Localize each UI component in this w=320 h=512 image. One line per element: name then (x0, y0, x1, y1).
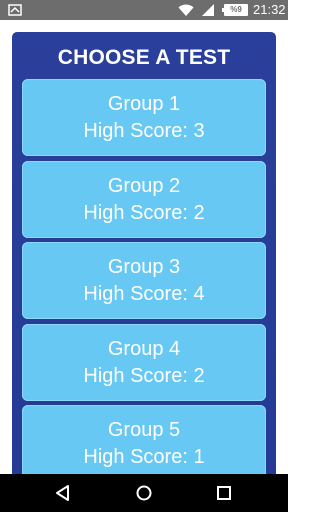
test-list-panel[interactable]: CHOOSE A TEST Group 1 High Score: 3 Grou… (12, 32, 276, 492)
group-1-button[interactable]: Group 1 High Score: 3 (22, 79, 266, 156)
group-5-button[interactable]: Group 5 High Score: 1 (22, 405, 266, 482)
screen: %9 21:32 CHOOSE A TEST Group 1 High Scor… (0, 0, 288, 512)
status-clock: 21:32 (253, 2, 286, 17)
status-bar: %9 21:32 (0, 0, 288, 20)
group-high-score: High Score: 2 (83, 202, 205, 224)
recents-icon[interactable] (214, 483, 234, 503)
battery-level: %9 (230, 5, 242, 14)
group-name: Group 2 (107, 175, 181, 197)
group-high-score: High Score: 2 (83, 365, 205, 387)
group-2-button[interactable]: Group 2 High Score: 2 (22, 161, 266, 238)
battery-icon: %9 (222, 4, 248, 16)
group-name: Group 4 (107, 338, 181, 360)
signal-icon (202, 4, 214, 16)
group-name: Group 5 (107, 419, 181, 441)
group-high-score: High Score: 1 (83, 446, 205, 468)
group-high-score: High Score: 4 (83, 283, 205, 305)
notification-icon (8, 4, 22, 16)
wifi-icon (178, 4, 194, 16)
group-name: Group 1 (107, 93, 181, 115)
group-high-score: High Score: 3 (83, 120, 205, 142)
main-content: CHOOSE A TEST Group 1 High Score: 3 Grou… (0, 20, 288, 492)
group-3-button[interactable]: Group 3 High Score: 4 (22, 242, 266, 319)
group-4-button[interactable]: Group 4 High Score: 2 (22, 324, 266, 401)
back-icon[interactable] (53, 483, 73, 503)
navigation-bar (0, 474, 288, 512)
home-icon[interactable] (134, 483, 154, 503)
group-name: Group 3 (107, 256, 181, 278)
page-title: CHOOSE A TEST (57, 46, 231, 69)
